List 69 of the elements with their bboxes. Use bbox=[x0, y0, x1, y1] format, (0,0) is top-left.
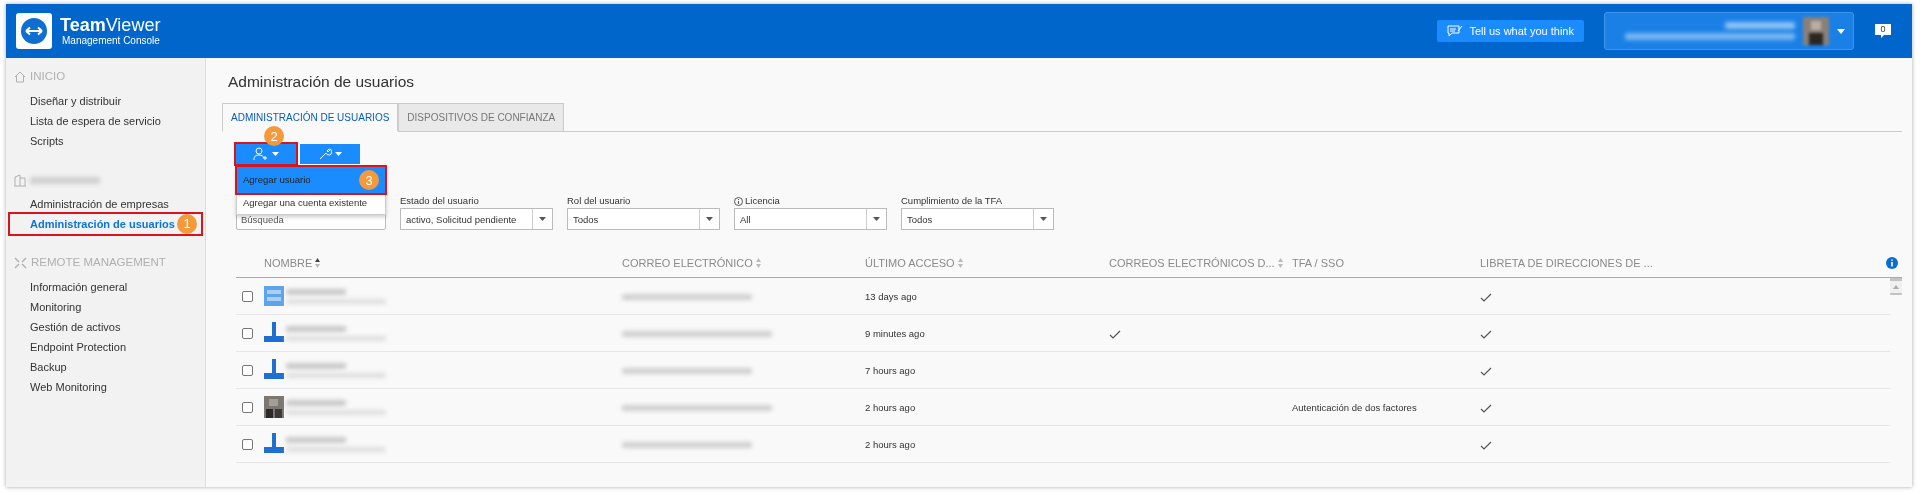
menu-item[interactable]: Agregar usuario 3 bbox=[237, 167, 385, 194]
caret-icon bbox=[873, 217, 880, 222]
section-title: INICIO bbox=[30, 69, 66, 85]
filter-label: Cumplimiento de la TFA bbox=[901, 194, 1003, 209]
section-title: REMOTE MANAGEMENT bbox=[31, 255, 166, 271]
tab[interactable]: DISPOSITIVOS DE CONFIANZA bbox=[398, 103, 565, 133]
filter-dropdown[interactable]: activo, Solicitud pendiente bbox=[400, 208, 553, 231]
sidebar-item[interactable]: Administración de empresas bbox=[10, 194, 201, 214]
caret-icon bbox=[539, 217, 546, 222]
row-checkbox[interactable] bbox=[242, 401, 253, 413]
sidebar-item[interactable]: Diseñar y distribuir bbox=[10, 91, 201, 111]
caret-icon bbox=[1837, 28, 1845, 34]
add-user-icon bbox=[253, 147, 269, 162]
blurred-text bbox=[286, 362, 346, 369]
caret-icon bbox=[1040, 217, 1047, 222]
sidebar-item[interactable]: Administración de usuarios 1 bbox=[10, 214, 201, 234]
caret-icon bbox=[272, 152, 279, 157]
step-marker: 3 bbox=[359, 170, 379, 191]
arrows-icon bbox=[14, 257, 27, 269]
filter-dropdown[interactable]: Todos bbox=[567, 208, 720, 231]
wrench-icon bbox=[318, 147, 332, 162]
filter-label: Rol del usuario bbox=[567, 194, 631, 209]
tab[interactable]: ADMINISTRACIÓN DE USUARIOS bbox=[222, 103, 399, 133]
comment-edit-icon bbox=[1447, 25, 1464, 37]
home-icon bbox=[14, 71, 26, 83]
user-menu[interactable] bbox=[1604, 12, 1854, 50]
add-user-button[interactable] bbox=[236, 144, 296, 165]
blurred-text bbox=[286, 288, 346, 295]
blurred-text bbox=[1725, 22, 1795, 29]
table-cell: 2 hours ago bbox=[865, 439, 916, 450]
row-checkbox[interactable] bbox=[242, 290, 253, 302]
table-cell: 13 days ago bbox=[865, 291, 917, 302]
sidebar-item[interactable]: Monitoring bbox=[10, 297, 201, 317]
table-cell: 9 minutes ago bbox=[865, 328, 925, 339]
sidebar-item[interactable]: Scripts bbox=[10, 131, 201, 151]
filter-dropdown[interactable]: Todos bbox=[901, 208, 1054, 231]
caret-icon bbox=[706, 217, 713, 222]
table-cell: 2 hours ago bbox=[865, 402, 916, 413]
tools-button[interactable] bbox=[300, 144, 360, 165]
brand-name: TeamViewer bbox=[60, 15, 161, 35]
blurred-text bbox=[30, 176, 100, 184]
sidebar-item[interactable]: Web Monitoring bbox=[10, 377, 201, 397]
info-icon bbox=[1886, 256, 1898, 269]
table-cell: 7 hours ago bbox=[865, 365, 916, 376]
sidebar-item[interactable]: Información general bbox=[10, 277, 201, 297]
filter-label: Estado del usuario bbox=[400, 194, 479, 209]
blurred-text bbox=[286, 399, 346, 406]
row-checkbox[interactable] bbox=[242, 364, 253, 376]
brand-subtitle: Management Console bbox=[61, 34, 161, 47]
sidebar-item[interactable]: Endpoint Protection bbox=[10, 337, 201, 357]
filter-dropdown[interactable]: All bbox=[734, 208, 887, 231]
sidebar-item[interactable]: Lista de espera de servicio bbox=[10, 111, 201, 131]
blurred-text bbox=[286, 436, 346, 443]
column-header: TFA / SSO bbox=[1292, 255, 1344, 271]
logo-icon bbox=[16, 13, 52, 49]
column-header: LIBRETA DE DIRECCIONES DE ... bbox=[1480, 255, 1653, 271]
filter-label: Licencia bbox=[745, 194, 780, 209]
sidebar-item[interactable]: Backup bbox=[10, 357, 201, 377]
caret-icon bbox=[335, 152, 342, 157]
blurred-text bbox=[286, 325, 346, 332]
step-marker: 1 bbox=[177, 214, 197, 234]
building-icon bbox=[14, 173, 26, 187]
row-checkbox[interactable] bbox=[242, 327, 253, 339]
sidebar-item[interactable]: Gestión de activos bbox=[10, 317, 201, 337]
notifications-button[interactable]: 0 bbox=[1874, 21, 1892, 41]
table-cell: Autenticación de dos factores bbox=[1292, 402, 1417, 413]
row-checkbox[interactable] bbox=[242, 438, 253, 450]
page-title: Administración de usuarios bbox=[228, 72, 416, 92]
scrollbar[interactable] bbox=[1890, 278, 1902, 295]
